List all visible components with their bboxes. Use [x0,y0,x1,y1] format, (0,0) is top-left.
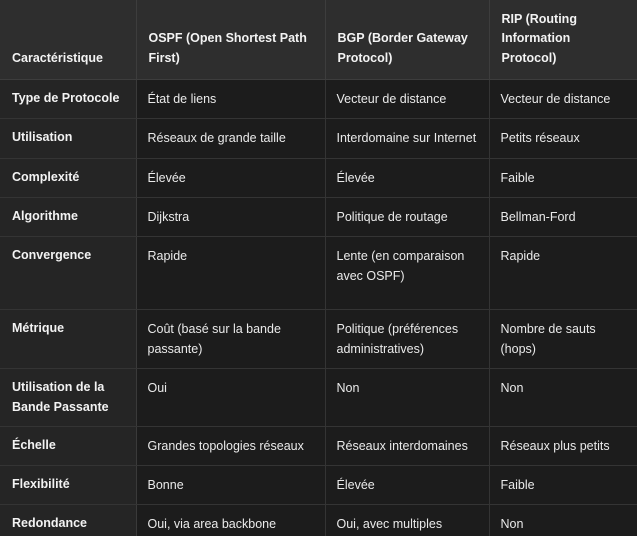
cell-ospf-utilisation-bande-passante: Oui [136,368,326,427]
table-row: Convergence Rapide Lente (en comparaison… [0,236,637,310]
row-header-complexite: Complexité [0,158,137,198]
cell-ospf-echelle: Grandes topologies réseaux [136,426,326,467]
table-row: Utilisation Réseaux de grande taille Int… [0,118,637,159]
row-header-utilisation: Utilisation [0,118,137,159]
cell-ospf-convergence: Rapide [136,236,326,310]
cell-bgp-convergence: Lente (en comparaison avec OSPF) [325,236,490,310]
cell-rip-type-de-protocole: Vecteur de distance [489,79,637,120]
column-header-feature: Caractéristique [0,0,137,81]
cell-rip-flexibilite: Faible [489,465,637,506]
row-header-convergence: Convergence [0,236,137,310]
cell-rip-algorithme: Bellman-Ford [489,197,637,238]
cell-ospf-algorithme: Dijkstra [136,197,326,238]
table-row: Complexité Élevée Élevée Faible [0,158,637,198]
comparison-table-container: Caractéristique OSPF (Open Shortest Path… [0,0,637,536]
cell-rip-utilisation: Petits réseaux [489,118,637,159]
cell-ospf-utilisation: Réseaux de grande taille [136,118,326,159]
table-body: Type de Protocole État de liens Vecteur … [0,79,637,536]
row-header-type-de-protocole: Type de Protocole [0,79,137,120]
row-header-utilisation-bande-passante: Utilisation de la Bande Passante [0,368,137,427]
cell-bgp-complexite: Élevée [325,158,490,198]
cell-bgp-metrique: Politique (préférences administratives) [325,309,490,370]
cell-ospf-complexite: Élevée [136,158,326,198]
cell-ospf-type-de-protocole: État de liens [136,79,326,120]
cell-bgp-flexibilite: Élevée [325,465,490,506]
cell-ospf-flexibilite: Bonne [136,465,326,506]
cell-ospf-metrique: Coût (basé sur la bande passante) [136,309,326,370]
table-row: Échelle Grandes topologies réseaux Résea… [0,426,637,467]
cell-rip-convergence: Rapide [489,236,637,310]
cell-rip-echelle: Réseaux plus petits [489,426,637,467]
row-header-metrique: Métrique [0,309,137,370]
cell-rip-complexite: Faible [489,158,637,198]
cell-bgp-echelle: Réseaux interdomaines [325,426,490,467]
table-header: Caractéristique OSPF (Open Shortest Path… [0,0,637,81]
column-header-bgp: BGP (Border Gateway Protocol) [325,0,490,81]
protocol-comparison-table: Caractéristique OSPF (Open Shortest Path… [0,0,637,536]
column-header-ospf: OSPF (Open Shortest Path First) [136,0,326,81]
row-header-echelle: Échelle [0,426,137,467]
cell-ospf-redondance: Oui, via area backbone [136,504,326,536]
table-row: Type de Protocole État de liens Vecteur … [0,79,637,120]
table-header-row: Caractéristique OSPF (Open Shortest Path… [0,0,637,81]
table-row: Redondance Oui, via area backbone Oui, a… [0,504,637,536]
table-row: Métrique Coût (basé sur la bande passant… [0,309,637,370]
cell-rip-metrique: Nombre de sauts (hops) [489,309,637,370]
cell-bgp-algorithme: Politique de routage [325,197,490,238]
row-header-redondance: Redondance [0,504,137,536]
table-row: Algorithme Dijkstra Politique de routage… [0,197,637,238]
cell-rip-redondance: Non [489,504,637,536]
cell-bgp-utilisation: Interdomaine sur Internet [325,118,490,159]
column-header-rip: RIP (Routing Information Protocol) [489,0,637,81]
row-header-algorithme: Algorithme [0,197,137,238]
table-row: Utilisation de la Bande Passante Oui Non… [0,368,637,427]
table-row: Flexibilité Bonne Élevée Faible [0,465,637,506]
cell-bgp-utilisation-bande-passante: Non [325,368,490,427]
cell-bgp-redondance: Oui, avec multiples chemins possibles [325,504,490,536]
row-header-flexibilite: Flexibilité [0,465,137,506]
cell-rip-utilisation-bande-passante: Non [489,368,637,427]
cell-bgp-type-de-protocole: Vecteur de distance [325,79,490,120]
